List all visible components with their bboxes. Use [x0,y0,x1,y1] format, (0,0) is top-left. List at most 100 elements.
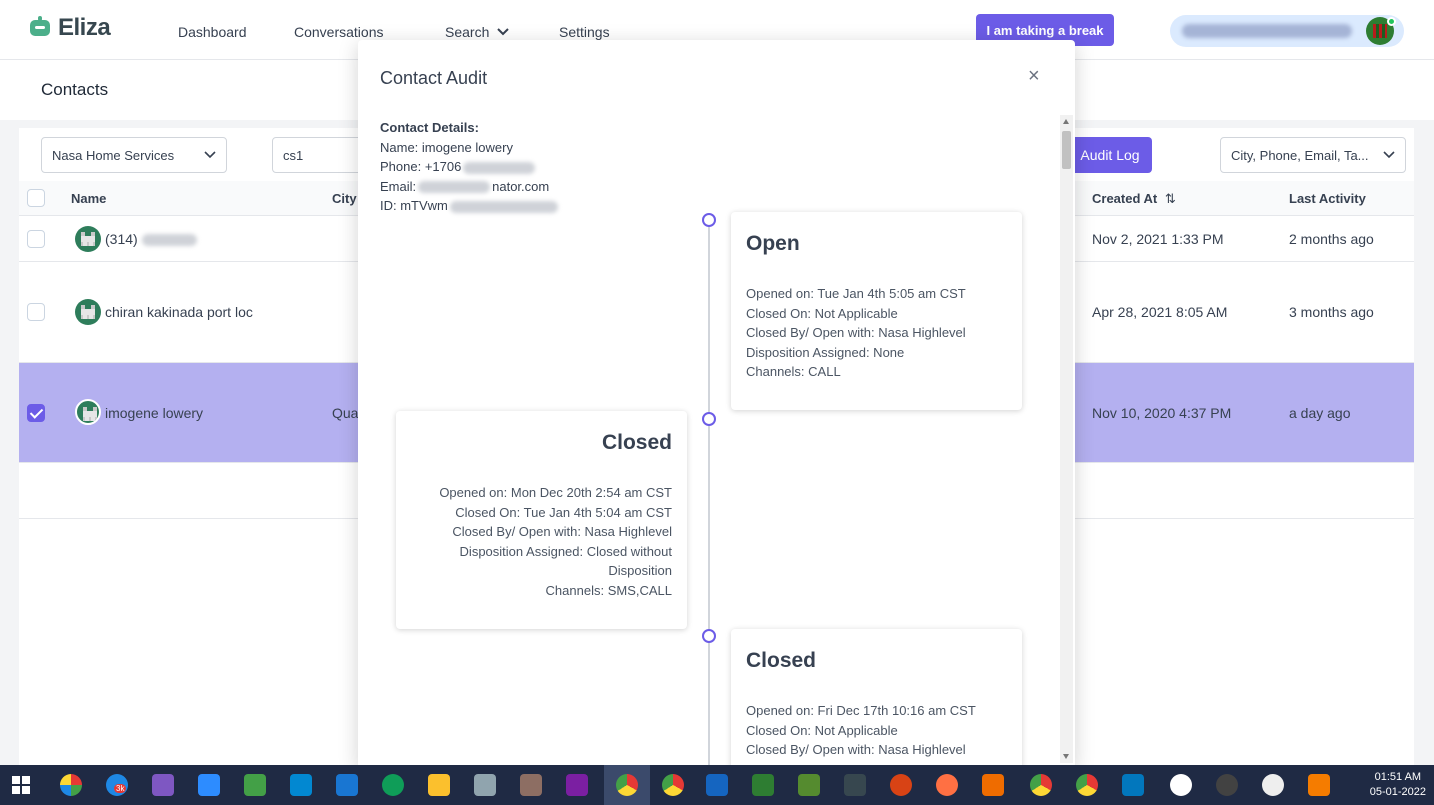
app-logo[interactable]: Eliza [30,14,111,42]
filter-field-select[interactable]: City, Phone, Email, Ta... [1220,137,1406,173]
notification-badge: 3k [114,784,127,793]
modal-scrollbar[interactable] [1060,115,1073,763]
redacted-text [141,234,197,247]
search-input[interactable]: cs1 [272,137,372,173]
nav-search[interactable]: Search [445,24,510,40]
chevron-down-icon [497,28,510,36]
system-clock[interactable]: 01:51 AM 05-01-2022 [1370,770,1426,800]
event-details: Opened on: Tue Jan 4th 5:05 am CST Close… [746,284,966,382]
excel-icon[interactable] [752,774,774,796]
contact-name[interactable]: (314) [105,231,197,247]
event-closed-by: Closed By/ Open with: Nasa Highlevel [746,742,966,758]
nav-conversations[interactable]: Conversations [294,24,384,40]
modal-title: Contact Audit [380,68,488,88]
event-disposition: Disposition Assigned: Closed without Dis… [459,543,672,579]
last-activity: a day ago [1289,405,1351,421]
event-status: Closed [746,649,817,672]
row-checkbox[interactable] [27,303,45,321]
clock-app-icon[interactable] [1262,774,1284,796]
page-title: Contacts [41,80,109,99]
event-opened-on: Opened on: Tue Jan 4th 5:05 am CST [746,286,966,301]
header-name[interactable]: Name [71,191,106,206]
scroll-up-arrow-icon[interactable] [1063,119,1069,124]
timeline-dot [702,412,716,426]
details-heading: Contact Details: [380,120,479,135]
zoom-icon[interactable] [198,774,220,796]
search-input-value: cs1 [283,147,304,163]
edge-icon[interactable] [382,774,404,796]
nav-dashboard[interactable]: Dashboard [178,24,247,40]
stocks-icon[interactable] [1122,774,1144,796]
onenote-icon[interactable] [566,774,588,796]
whatsapp-icon[interactable] [1170,774,1192,796]
scroll-down-arrow-icon[interactable] [1063,754,1069,759]
mail-icon[interactable] [290,774,312,796]
select-all-checkbox[interactable] [27,189,45,207]
created-at: Nov 10, 2020 4:37 PM [1092,405,1232,421]
redacted-text [418,181,491,194]
audit-event-card: Closed Opened on: Fri Dec 17th 10:16 am … [731,629,1022,768]
event-closed-on: Closed On: Not Applicable [746,305,898,321]
archive-icon[interactable] [520,774,542,796]
last-activity: 2 months ago [1289,231,1374,247]
event-opened-on: Opened on: Fri Dec 17th 10:16 am CST [746,703,976,718]
row-checkbox[interactable] [27,230,45,248]
close-icon[interactable]: × [1028,66,1040,86]
chrome-icon[interactable] [1076,774,1098,796]
details-phone-text: Phone: +1706 [380,159,462,174]
created-at: Nov 2, 2021 1:33 PM [1092,231,1224,247]
contact-avatar [75,399,101,425]
tool-icon[interactable] [474,774,496,796]
paint-icon[interactable] [152,774,174,796]
details-email-label: Email: [380,178,417,194]
redacted-text [463,161,536,174]
details-id-text: ID: mTVwm [380,198,448,213]
miro-icon[interactable] [428,774,450,796]
sort-icon[interactable]: ⇅ [1165,191,1176,206]
last-activity: 3 months ago [1289,304,1374,320]
contact-name-text: (314) [105,231,138,247]
event-channels: Channels: CALL [746,364,841,380]
contact-name[interactable]: chiran kakinada port loc [105,304,253,320]
header-city[interactable]: City [332,191,357,206]
details-name: Name: imogene lowery [380,139,513,155]
chevron-down-icon [1383,151,1395,159]
event-status: Open [746,232,800,255]
windows-start-icon[interactable] [12,776,30,794]
sheets-icon[interactable] [798,774,820,796]
obs-icon[interactable] [1216,774,1238,796]
header-created-at[interactable]: Created At ⇅ [1092,191,1176,207]
chrome-icon[interactable] [1030,774,1052,796]
event-opened-on: Opened on: Mon Dec 20th 2:54 am CST [439,485,672,500]
header-last-activity[interactable]: Last Activity [1289,191,1366,206]
contact-name[interactable]: imogene lowery [105,405,203,421]
nav-settings[interactable]: Settings [559,24,610,40]
vlc-icon[interactable] [982,774,1004,796]
scrollbar-thumb[interactable] [1062,131,1071,169]
calendar-icon[interactable] [336,774,358,796]
user-email-redacted [1182,24,1352,38]
audit-event-card: Open Opened on: Tue Jan 4th 5:05 am CST … [731,212,1022,410]
event-status: Closed [601,431,672,454]
firefox-icon[interactable] [936,774,958,796]
android-studio-icon[interactable] [244,774,266,796]
powerpoint-icon[interactable] [890,774,912,796]
event-disposition: Disposition Assigned: None [746,344,905,360]
slack-icon[interactable] [60,774,82,796]
contact-avatar [75,226,101,252]
row-checkbox-checked[interactable] [27,404,45,422]
header-created-at-label: Created At [1092,191,1158,206]
location-select[interactable]: Nasa Home Services [41,137,227,173]
event-channels: Channels: SMS,CALL [545,582,672,598]
contact-avatar [75,299,101,325]
audit-log-button[interactable]: Audit Log [1068,137,1152,173]
word-icon[interactable] [706,774,728,796]
kodi-icon[interactable] [844,774,866,796]
event-details: Opened on: Mon Dec 20th 2:54 am CST Clos… [432,483,672,601]
app-icon[interactable] [1308,774,1330,796]
event-closed-by: Closed By/ Open with: Nasa Highlevel [452,524,672,540]
chrome-profile-icon[interactable]: 3k [106,774,128,796]
user-menu[interactable] [1170,15,1404,47]
chrome-icon[interactable] [616,774,638,796]
chrome-icon[interactable] [662,774,684,796]
